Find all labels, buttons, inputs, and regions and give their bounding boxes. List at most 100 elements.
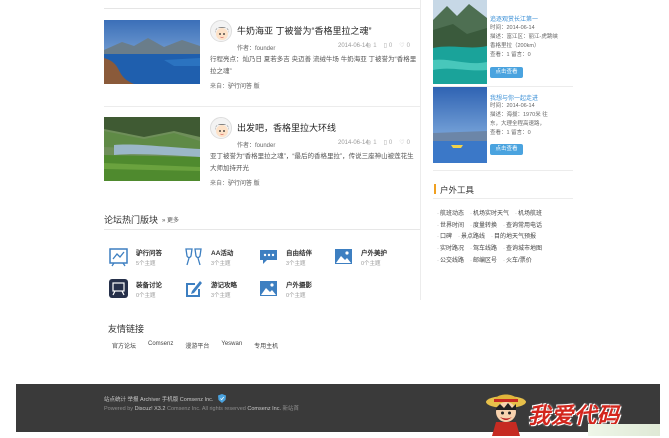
straw-hat-character-icon <box>486 394 526 436</box>
friend-link[interactable]: 官方论坛 <box>112 341 136 350</box>
forum-item[interactable]: AA活动 3个主题 <box>183 246 259 270</box>
forum-name[interactable]: 自由结伴 <box>286 247 312 257</box>
avatar[interactable] <box>210 117 232 139</box>
friend-link[interactable]: Comsenz <box>148 341 173 350</box>
tool-link[interactable]: 度量转换 <box>470 220 497 229</box>
tool-link[interactable]: 查询城市地图 <box>503 243 542 252</box>
source-link[interactable]: 驴行问答 版 <box>228 84 260 90</box>
footer-links-text[interactable]: 站点统计 举报 Archiver 手机版 Comsenz Inc. <box>104 395 213 403</box>
tool-link[interactable]: 口碑 <box>437 231 452 240</box>
post-source: 来自：驴行问答 版 <box>210 81 260 90</box>
views-count: 1 <box>373 139 377 146</box>
forum-item[interactable]: 装备讨论 0个主题 <box>108 278 184 302</box>
discuz-link[interactable]: Discuz! X3.2 <box>135 406 166 412</box>
view-button[interactable]: 点击查看 <box>490 144 523 155</box>
double-chevron-icon: » <box>162 218 166 224</box>
map-board-icon <box>109 248 128 267</box>
watermark-strip <box>588 424 660 436</box>
forum-count: 3个主题 <box>211 261 231 267</box>
post-date: 2014-06-14 <box>338 43 369 49</box>
friend-link[interactable]: 专用主机 <box>254 341 278 350</box>
tool-link[interactable]: 目的地天气预报 <box>491 231 536 240</box>
likes-stat: ♡ 0 <box>399 139 410 147</box>
forum-name[interactable]: AA活动 <box>211 247 233 257</box>
tools-row: 口碑 景点路线 目的地天气预报 <box>437 230 577 242</box>
tool-link[interactable]: 机场航班 <box>515 208 542 217</box>
tools-row: 航班动态 机场实时天气 机场航班 <box>437 207 577 219</box>
forum-count: 0个主题 <box>286 293 306 299</box>
tool-link[interactable]: 航班动态 <box>437 208 464 217</box>
forum-item[interactable]: 游记攻略 3个主题 <box>183 278 259 302</box>
forum-name[interactable]: 户外摄影 <box>286 279 312 289</box>
tool-link[interactable]: 查询常用电话 <box>503 220 542 229</box>
tool-link[interactable]: 实时路况 <box>437 243 464 252</box>
avatar[interactable] <box>210 20 232 42</box>
comment-icon: ▯ <box>383 140 387 146</box>
post-thumbnail[interactable] <box>104 20 200 84</box>
tools-row: 公交线路 邮编区号 火车/票价 <box>437 253 577 265</box>
forum-item[interactable]: 驴行问答 5个主题 <box>108 246 184 270</box>
comsenz-link[interactable]: Comsenz Inc. <box>247 406 281 412</box>
post-author[interactable]: 作者：founder <box>237 140 275 149</box>
links-title: 友情链接 <box>108 324 145 334</box>
sidebar-thumbnail[interactable] <box>433 87 487 163</box>
top-divider <box>104 8 420 9</box>
likes-count: 0 <box>406 139 410 146</box>
post-item[interactable]: 牛奶海亚 丁被誉为“香格里拉之魂” 作者：founder 2014-06-14 … <box>104 20 420 110</box>
tool-link[interactable]: 邮编区号 <box>470 255 497 264</box>
shield-icon[interactable] <box>218 394 227 403</box>
forum-item[interactable]: 户外美护 0个主题 <box>333 246 409 270</box>
sidebar-thumbnail[interactable] <box>433 0 487 84</box>
forum-name[interactable]: 装备讨论 <box>136 279 162 289</box>
friend-link[interactable]: Yeswan <box>221 341 242 350</box>
tool-link[interactable]: 公交线路 <box>437 255 464 264</box>
powered-prefix: Powered by <box>104 406 135 412</box>
sidebar-item[interactable]: 我想与你一起走进 时间：2014-06-14 描述：海拔：1970米 往 东，大… <box>433 87 573 163</box>
tool-link[interactable]: 机场实时天气 <box>470 208 509 217</box>
post-description: 亚丁被誉为“香格里拉之魂”，“最后的香格里拉”，传说三座神山被莲花生大师加持开光 <box>210 153 414 172</box>
more-link[interactable]: » 更多 <box>162 215 179 224</box>
post-divider <box>104 106 420 107</box>
column-divider <box>420 0 421 300</box>
post-author[interactable]: 作者：founder <box>237 43 275 52</box>
post-thumbnail[interactable] <box>104 117 200 181</box>
post-description: 行程亮点：灿乃日 夏若多吉 央迈善 流绒牛场 牛奶海亚 丁被誉为“香格里拉之魂” <box>210 56 417 75</box>
friend-link[interactable]: 漫游平台 <box>185 341 209 350</box>
footer-links: 站点统计 举报 Archiver 手机版 Comsenz Inc. <box>104 394 227 403</box>
post-stats: ◎ 1 ▯ 0 ♡ 0 <box>366 42 410 50</box>
forum-name[interactable]: 驴行问答 <box>136 247 162 257</box>
sidebar-meta: 查看：1 留言：0 <box>490 130 531 136</box>
forum-count: 0个主题 <box>136 293 156 299</box>
cheers-icon <box>185 248 202 266</box>
source-link[interactable]: 驴行问答 版 <box>228 181 260 187</box>
views-count: 1 <box>373 42 377 49</box>
eye-icon: ◎ <box>366 140 372 146</box>
forum-item[interactable]: 自由结伴 3个主题 <box>258 246 334 270</box>
tool-link[interactable]: 火车/票价 <box>503 255 532 264</box>
tool-link[interactable]: 驾车线路 <box>470 243 497 252</box>
tools-list: 航班动态 机场实时天气 机场航班 世界时间 度量转换 查询常用电话 口碑 景点路… <box>437 207 577 265</box>
chat-icon <box>260 250 277 264</box>
sidebar-title[interactable]: 我想与你一起走进 <box>490 93 538 102</box>
post-title[interactable]: 牛奶海亚 丁被誉为“香格里拉之魂” <box>237 24 372 37</box>
tools-header: 户外工具 <box>434 183 574 195</box>
tool-link[interactable]: 世界时间 <box>437 220 464 229</box>
replies-count: 0 <box>388 42 393 49</box>
forum-count: 0个主题 <box>361 261 381 267</box>
forum-item[interactable]: 户外摄影 0个主题 <box>258 278 334 302</box>
replies-count: 0 <box>388 139 393 146</box>
post-title[interactable]: 出发吧，香格里拉大环线 <box>237 121 336 134</box>
sidebar-item[interactable]: 追逐观赏长江第一 时间：2014-06-14 描述：富江区：丽江-虎跳峡 香格里… <box>433 0 573 84</box>
page: 牛奶海亚 丁被誉为“香格里拉之魂” 作者：founder 2014-06-14 … <box>0 0 669 438</box>
post-item[interactable]: 出发吧，香格里拉大环线 作者：founder 2014-06-14 ◎ 1 ▯ 0 … <box>104 117 420 207</box>
view-button[interactable]: 点击查看 <box>490 67 523 78</box>
forum-name[interactable]: 游记攻略 <box>211 279 237 289</box>
hot-forums-title: 论坛热门版块 <box>104 215 159 225</box>
sidebar-divider <box>433 86 573 87</box>
footer-copyright: Powered by Discuz! X3.2 Comsenz Inc. All… <box>104 404 299 412</box>
sidebar-title[interactable]: 追逐观赏长江第一 <box>490 14 538 23</box>
friend-links: 官方论坛 Comsenz 漫游平台 Yeswan 专用主机 <box>112 341 278 350</box>
forum-count: 3个主题 <box>211 293 231 299</box>
tool-link[interactable]: 景点路线 <box>458 231 485 240</box>
forum-name[interactable]: 户外美护 <box>361 247 387 257</box>
